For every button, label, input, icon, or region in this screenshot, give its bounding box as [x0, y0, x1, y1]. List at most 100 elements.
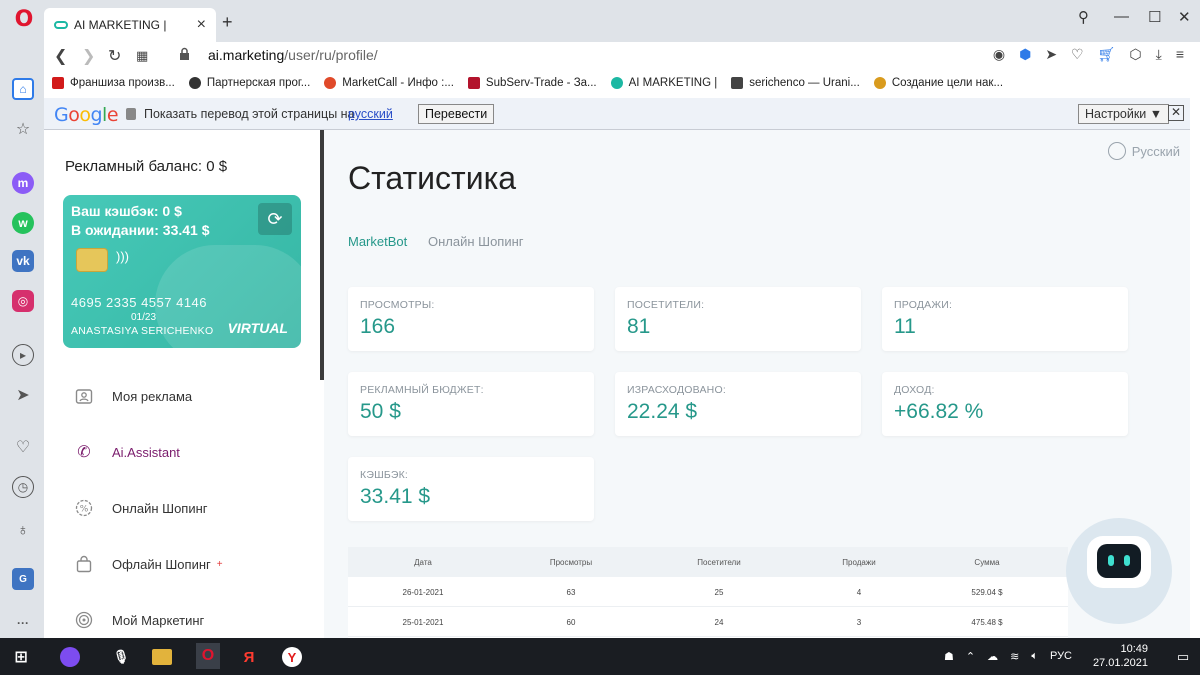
statistics-table: Дата Просмотры Посетители Продажи Сумма … [348, 547, 1068, 638]
cart-icon[interactable]: 🛒︎ [1098, 46, 1116, 63]
system-tray: ☗ ⌃ ☁ ≋ 🔈︎ РУС [944, 650, 1072, 663]
menu-item-my-ads[interactable]: Моя реклама [74, 384, 192, 408]
send-icon[interactable]: ➤ [1045, 46, 1057, 63]
maximize-button[interactable]: ☐ [1148, 8, 1161, 26]
ai-assistant-bot-button[interactable] [1066, 518, 1172, 624]
tab-close-icon[interactable]: × [197, 16, 206, 34]
tab-online-shopping[interactable]: Онлайн Шопинг [428, 234, 524, 249]
bot-eye-icon [1108, 555, 1114, 566]
browser-tab[interactable]: AI MARKETING | × [44, 8, 216, 42]
bookmark-item[interactable]: serichenco — Urani... [731, 77, 860, 89]
microphone-icon[interactable]: 🎙︎ [110, 646, 132, 668]
cube-icon[interactable]: ⬡ [1129, 46, 1141, 63]
messenger-icon[interactable]: m [12, 172, 34, 194]
lock-icon[interactable] [179, 47, 190, 61]
bookmark-item[interactable]: SubServ-Trade - За... [467, 77, 597, 89]
google-translate-bar: Google Показать перевод этой страницы на… [44, 98, 1190, 130]
camera-icon[interactable]: ◉ [993, 46, 1005, 63]
page: Рекламный баланс: 0 $ Ваш кэшбэк: 0 $ В … [44, 130, 1190, 638]
back-button[interactable]: ❮ [54, 46, 67, 66]
menu-icon[interactable]: ≡ [1176, 46, 1184, 63]
reload-button[interactable]: ↻ [108, 46, 121, 66]
send-icon[interactable]: ➤ [12, 384, 34, 406]
heart-icon[interactable]: ♡ [12, 436, 34, 458]
shield-icon[interactable]: ⬢ [1019, 46, 1031, 63]
menu-item-ai-assistant[interactable]: ✆ Ai.Assistant [74, 440, 180, 464]
translate-settings-button[interactable]: Настройки ▼ [1078, 104, 1170, 124]
table-row[interactable]: 25-01-2021 60 24 3 475.48 $ [348, 607, 1068, 637]
extension-icons: ◉ ⬢ ➤ ♡ 🛒︎ ⬡ ⤓ ≡ [993, 46, 1184, 63]
windows-start-icon[interactable]: ⊞ [10, 646, 32, 668]
vk-icon[interactable]: vk [12, 250, 34, 272]
yandex-browser-icon[interactable]: Я [238, 646, 260, 668]
bookmark-item[interactable]: AI MARKETING | [610, 77, 717, 89]
translate-button[interactable]: Перевести [418, 104, 495, 124]
folder-icon[interactable] [152, 649, 172, 665]
bookmark-item[interactable]: Франшиза произв... [52, 77, 175, 89]
browser-titlebar: O AI MARKETING | × + ⚲ — ☐ ✕ [0, 0, 1200, 42]
heart-icon[interactable]: ♡ [1071, 46, 1084, 63]
forward-button[interactable]: ❯ [82, 46, 95, 66]
menu-item-online-shopping[interactable]: % Онлайн Шопинг [74, 496, 208, 520]
bookmark-favicon-icon [467, 77, 480, 89]
arrow-icon [52, 77, 64, 89]
tab-title: AI MARKETING | [74, 18, 167, 32]
card-pending: В ожидании: 33.41 $ [71, 222, 210, 238]
page-title: Статистика [348, 160, 517, 196]
keyboard-language[interactable]: РУС [1050, 650, 1072, 663]
people-icon[interactable]: ☗ [944, 650, 954, 663]
bulb-icon[interactable]: ♁ [12, 520, 34, 542]
clock[interactable]: 10:49 27.01.2021 [1093, 642, 1148, 670]
extension-icon[interactable]: G [12, 568, 34, 590]
language-switch[interactable]: Русский [1107, 142, 1180, 160]
table-row[interactable]: 26-01-2021 63 25 4 529.04 $ [348, 577, 1068, 607]
home-icon[interactable]: ⌂ [12, 78, 34, 100]
ai-marketing-favicon-icon [54, 21, 68, 29]
speed-dial-icon[interactable]: ▦ [136, 48, 148, 64]
virtual-card: Ваш кэшбэк: 0 $ В ожидании: 33.41 $ ⟳ ))… [63, 195, 301, 348]
bot-face [1097, 544, 1141, 578]
more-icon[interactable]: ··· [12, 612, 34, 634]
wifi-icon[interactable]: ≋ [1010, 650, 1019, 663]
card-expiry: 01/23 [131, 312, 157, 323]
minimize-button[interactable]: — [1114, 8, 1129, 25]
alice-icon[interactable] [60, 647, 80, 667]
opera-sidebar: ⌂ ☆ m w vk ◎ ▸ ➤ ♡ ◷ ♁ G ··· [0, 42, 44, 638]
bookmark-favicon-icon [610, 77, 623, 89]
star-icon[interactable]: ☆ [12, 118, 34, 140]
translate-close-button[interactable]: ✕ [1168, 105, 1184, 121]
search-icon[interactable]: ⚲ [1078, 8, 1089, 26]
notifications-icon[interactable]: ▭ [1172, 646, 1194, 668]
target-icon [74, 610, 94, 630]
instagram-icon[interactable]: ◎ [12, 290, 34, 312]
history-icon[interactable]: ◷ [12, 476, 34, 498]
globe-icon [1107, 142, 1126, 160]
tab-marketbot[interactable]: MarketBot [348, 234, 407, 249]
stat-card-sales: ПРОДАЖИ: 11 [882, 287, 1128, 351]
volume-icon[interactable]: 🔈︎ [1031, 650, 1038, 663]
statistics-panel: Статистика Русский MarketBot Онлайн Шопи… [324, 130, 1190, 638]
bookmark-item[interactable]: MarketCall - Инфо :... [324, 77, 454, 89]
opera-taskbar-icon[interactable]: O [196, 643, 220, 669]
yandex-icon[interactable]: Y [282, 647, 302, 667]
bookmark-item[interactable]: Создание цели нак... [873, 77, 1003, 89]
new-tab-button[interactable]: + [222, 12, 233, 33]
chevron-up-icon[interactable]: ⌃ [966, 650, 975, 663]
refresh-icon[interactable]: ⟳ [258, 203, 292, 235]
menu-item-offline-shopping[interactable]: Офлайн Шопинг + [74, 552, 223, 576]
stat-card-income: ДОХОД: +66.82 % [882, 372, 1128, 436]
id-card-icon [74, 386, 94, 406]
whatsapp-icon[interactable]: w [12, 212, 34, 234]
opera-logo-icon[interactable]: O [14, 6, 34, 32]
download-icon[interactable]: ⤓ [1156, 46, 1162, 63]
cloud-icon[interactable]: ☁ [987, 650, 998, 663]
lock-icon [126, 108, 136, 120]
table-header: Дата Просмотры Посетители Продажи Сумма [348, 547, 1068, 577]
menu-item-my-marketing[interactable]: Мой Маркетинг [74, 608, 204, 632]
close-window-button[interactable]: ✕ [1178, 8, 1191, 26]
bookmark-item[interactable]: Партнерская прог... [188, 77, 310, 89]
stat-card-spent: ИЗРАСХОДОВАНО: 22.24 $ [615, 372, 861, 436]
player-icon[interactable]: ▸ [12, 344, 34, 366]
translate-language-select[interactable]: русский [348, 107, 393, 121]
url-field[interactable]: ai.marketing/user/ru/profile/ [208, 47, 378, 63]
